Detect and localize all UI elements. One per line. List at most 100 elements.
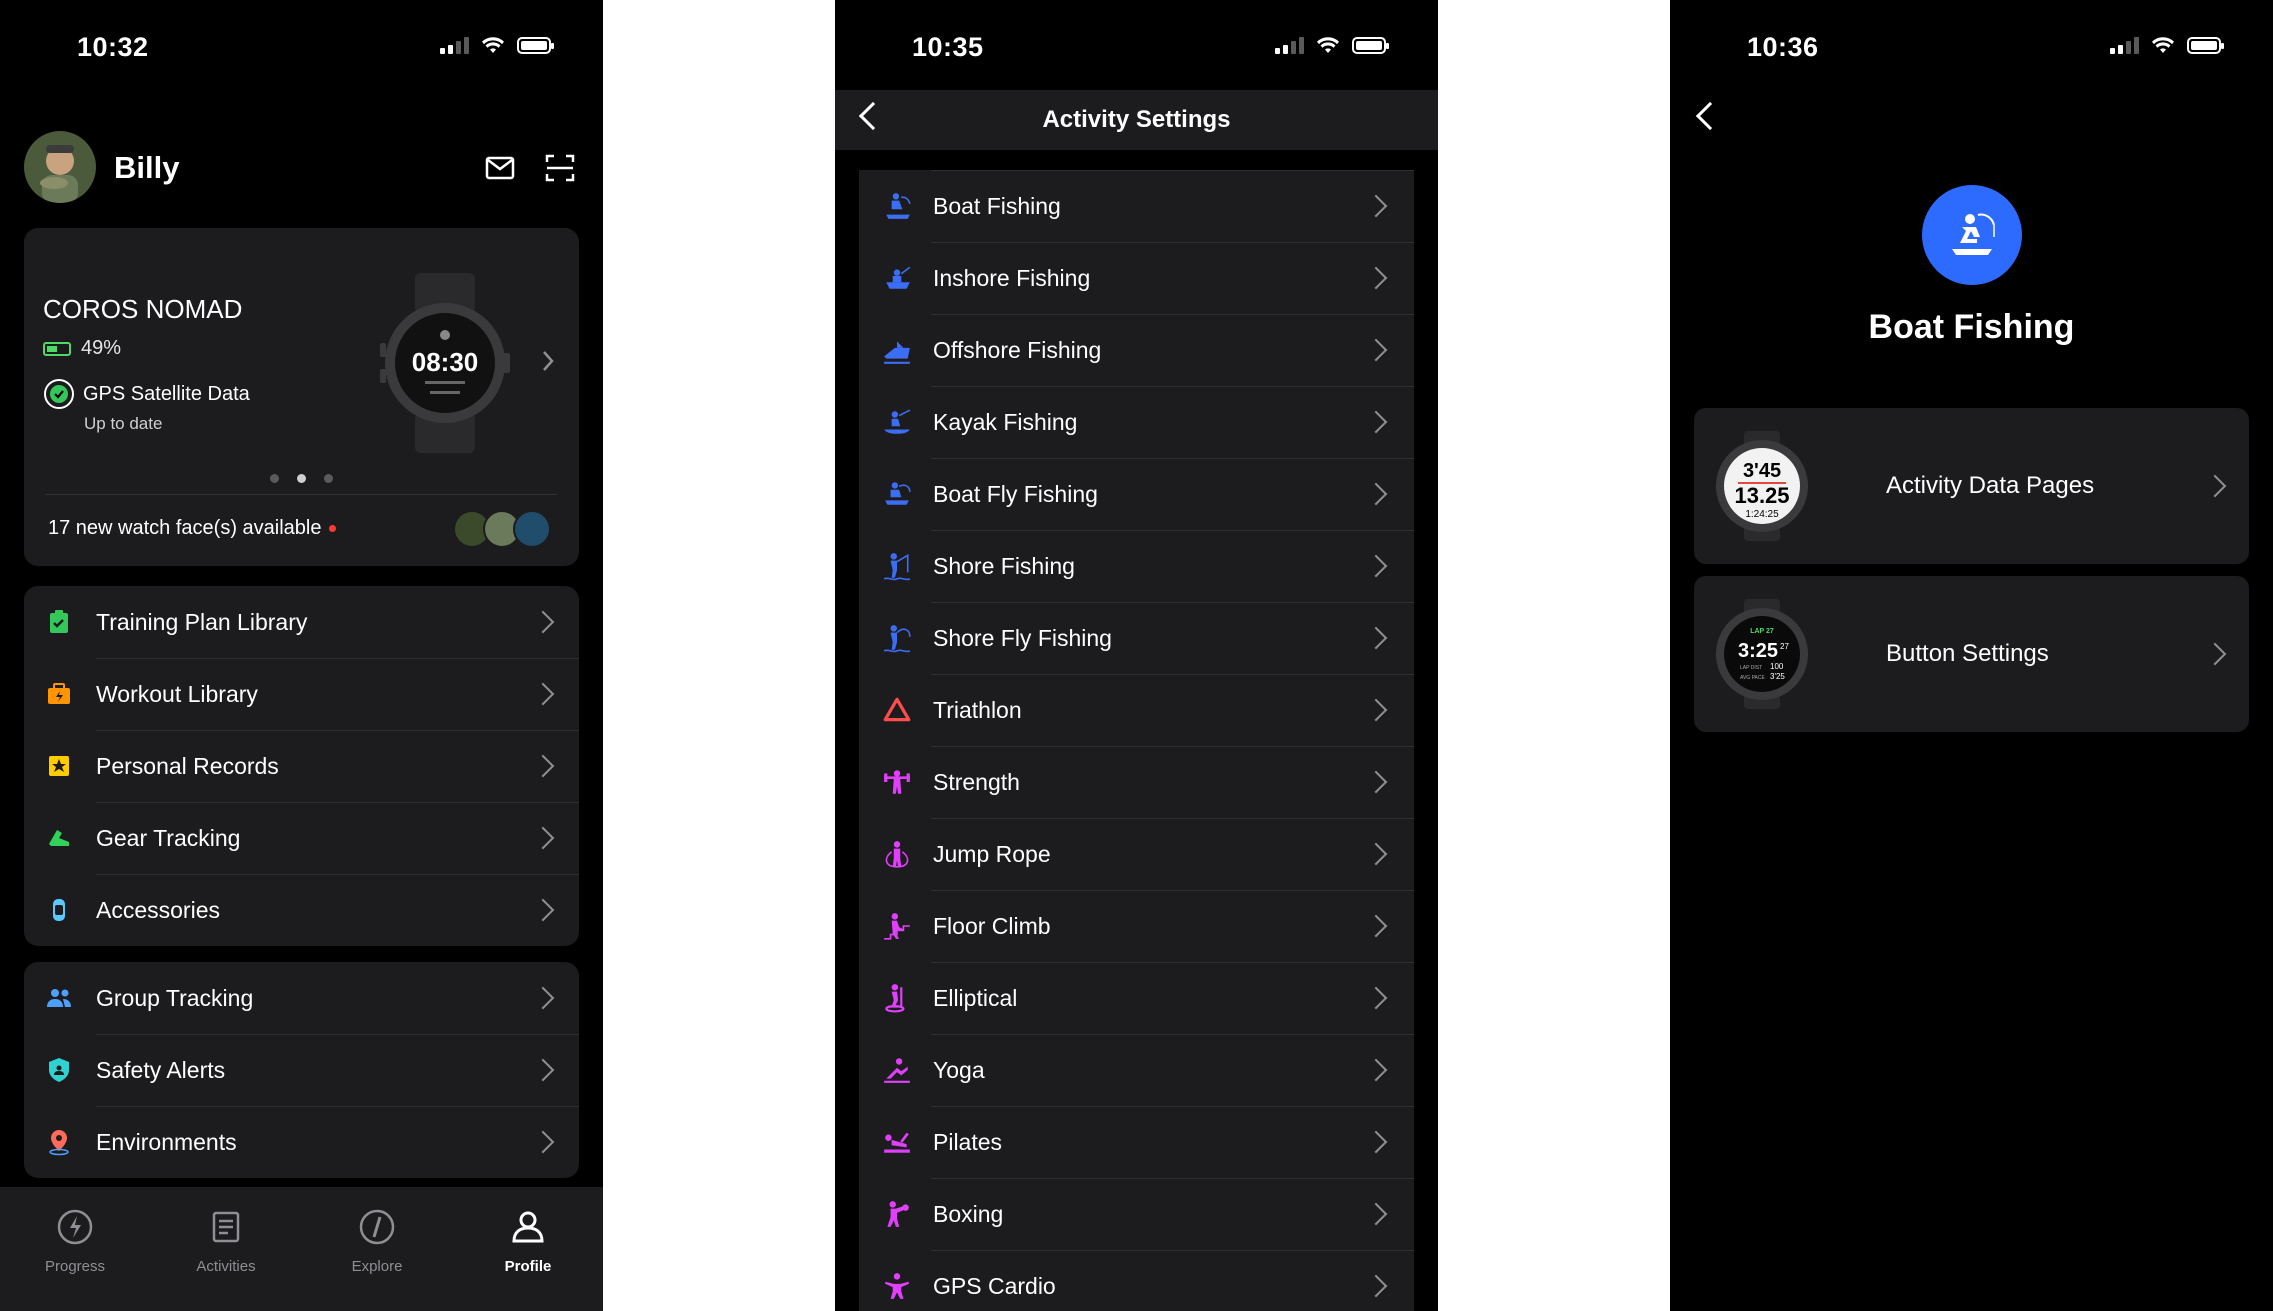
chevron-right-icon bbox=[2203, 474, 2227, 498]
menu-item-label: Personal Records bbox=[96, 752, 279, 779]
menu-item-group-tracking[interactable]: Group Tracking bbox=[24, 962, 579, 1034]
gps-update-status: Up to date bbox=[84, 414, 163, 433]
device-card[interactable]: COROS NOMAD 49% GPS Satellite Data Up to… bbox=[24, 228, 579, 566]
activity-label: Pilates bbox=[933, 1128, 1003, 1155]
mail-icon[interactable] bbox=[484, 152, 516, 184]
activity-item-jump-rope[interactable]: Jump Rope bbox=[859, 818, 1414, 890]
activity-settings-screen: 10:35 Activity Settings Boat Fishing Ins… bbox=[835, 0, 1438, 1311]
explore-icon bbox=[359, 1209, 395, 1245]
status-time: 10:35 bbox=[912, 32, 984, 62]
menu-item-gear-tracking[interactable]: Gear Tracking bbox=[24, 802, 579, 874]
chevron-right-icon bbox=[1364, 194, 1388, 218]
battery-icon bbox=[1352, 36, 1389, 54]
menu-icon-wrap bbox=[45, 896, 73, 924]
activity-label: Offshore Fishing bbox=[933, 336, 1102, 363]
svg-text:27: 27 bbox=[1780, 642, 1789, 651]
activity-item-kayak-fishing[interactable]: Kayak Fishing bbox=[859, 386, 1414, 458]
activity-icon-wrap bbox=[881, 1126, 913, 1158]
activity-item-triathlon[interactable]: Triathlon bbox=[859, 674, 1414, 746]
chevron-right-icon bbox=[1364, 482, 1388, 506]
shore-fly-fishing-icon bbox=[883, 625, 911, 653]
status-bar: 10:36 bbox=[1670, 0, 2273, 100]
watch-face-thumbnails[interactable] bbox=[453, 510, 551, 548]
activity-icon-wrap bbox=[881, 550, 913, 582]
watch-faces-text: 17 new watch face(s) available bbox=[48, 517, 322, 539]
activity-item-gps-cardio[interactable]: GPS Cardio bbox=[859, 1250, 1414, 1311]
status-time: 10:32 bbox=[77, 32, 149, 62]
activity-icon-wrap bbox=[881, 190, 913, 222]
carousel-dot[interactable] bbox=[297, 474, 306, 483]
watch-button-preview: LAP 27 3:25 27 LAP DIST 100 AVG PACE 3'2… bbox=[1716, 599, 1808, 709]
activity-item-boat-fishing[interactable]: Boat Fishing bbox=[859, 170, 1414, 242]
activity-item-boat-fly-fishing[interactable]: Boat Fly Fishing bbox=[859, 458, 1414, 530]
accessory-icon bbox=[53, 899, 65, 921]
chevron-right-icon bbox=[531, 898, 555, 922]
chevron-right-icon bbox=[1364, 698, 1388, 722]
activity-label: Kayak Fishing bbox=[933, 408, 1078, 435]
tab-activities[interactable]: Activities bbox=[166, 1207, 286, 1275]
status-time: 10:36 bbox=[1747, 32, 1819, 62]
activity-item-shore-fishing[interactable]: Shore Fishing bbox=[859, 530, 1414, 602]
kayak-fishing-icon bbox=[884, 409, 911, 434]
activity-icon-wrap bbox=[881, 622, 913, 654]
tab-label: Profile bbox=[504, 1258, 552, 1275]
cellular-signal-icon bbox=[440, 36, 469, 54]
tab-bar: Progress Activities Explore Profile bbox=[0, 1187, 603, 1311]
menu-icon-wrap bbox=[45, 608, 73, 636]
activity-item-offshore-fishing[interactable]: Offshore Fishing bbox=[859, 314, 1414, 386]
chevron-right-icon bbox=[1364, 1058, 1388, 1082]
activity-item-boxing[interactable]: Boxing bbox=[859, 1178, 1414, 1250]
menu-icon-wrap bbox=[45, 1128, 73, 1156]
button-settings-item[interactable]: LAP 27 3:25 27 LAP DIST 100 AVG PACE 3'2… bbox=[1694, 576, 2249, 732]
watch-data-page-preview: 3'45 13.25 1:24:25 bbox=[1716, 431, 1808, 541]
menu-item-personal-records[interactable]: Personal Records bbox=[24, 730, 579, 802]
tab-label: Activities bbox=[196, 1258, 256, 1275]
back-button[interactable] bbox=[1695, 101, 1725, 131]
scan-icon[interactable] bbox=[544, 152, 576, 184]
menu-item-safety-alerts[interactable]: Safety Alerts bbox=[24, 1034, 579, 1106]
avatar[interactable] bbox=[24, 131, 96, 203]
battery-percent: 49% bbox=[81, 337, 122, 359]
new-watch-faces[interactable]: 17 new watch face(s) available bbox=[48, 517, 337, 540]
activity-data-pages-item[interactable]: 3'45 13.25 1:24:25 Activity Data Pages bbox=[1694, 408, 2249, 564]
activity-item-pilates[interactable]: Pilates bbox=[859, 1106, 1414, 1178]
menu-item-environments[interactable]: Environments bbox=[24, 1106, 579, 1178]
carousel-dot[interactable] bbox=[270, 474, 279, 483]
activity-label: GPS Cardio bbox=[933, 1272, 1056, 1299]
features-menu: Training Plan Library Workout Library Pe… bbox=[24, 586, 579, 946]
carousel-dots[interactable] bbox=[24, 474, 579, 483]
wifi-icon bbox=[2152, 37, 2174, 53]
activity-item-yoga[interactable]: Yoga bbox=[859, 1034, 1414, 1106]
tab-explore[interactable]: Explore bbox=[317, 1207, 437, 1275]
menu-item-accessories[interactable]: Accessories bbox=[24, 874, 579, 946]
tab-progress[interactable]: Progress bbox=[15, 1207, 135, 1275]
workout-icon bbox=[48, 683, 70, 704]
triathlon-icon bbox=[883, 697, 911, 722]
menu-icon-wrap bbox=[45, 680, 73, 708]
carousel-dot[interactable] bbox=[324, 474, 333, 483]
svg-text:1:24:25: 1:24:25 bbox=[1745, 509, 1779, 520]
activity-label: Boat Fly Fishing bbox=[933, 480, 1098, 507]
menu-item-workout-library[interactable]: Workout Library bbox=[24, 658, 579, 730]
svg-text:13.25: 13.25 bbox=[1734, 483, 1789, 508]
activity-label: Triathlon bbox=[933, 696, 1022, 723]
tab-profile[interactable]: Profile bbox=[468, 1207, 588, 1275]
activity-item-inshore-fishing[interactable]: Inshore Fishing bbox=[859, 242, 1414, 314]
boat-fishing-icon bbox=[886, 193, 911, 219]
menu-item-label: Group Tracking bbox=[96, 984, 254, 1011]
chevron-right-icon bbox=[543, 351, 554, 371]
offshore-fishing-icon bbox=[884, 341, 910, 364]
activity-item-elliptical[interactable]: Elliptical bbox=[859, 962, 1414, 1034]
activity-label: Floor Climb bbox=[933, 912, 1051, 939]
profile-screen: 10:32 Billy COROS NOMAD 49% GPS Satellit… bbox=[0, 0, 603, 1311]
menu-icon-wrap bbox=[45, 752, 73, 780]
chevron-right-icon bbox=[1364, 626, 1388, 650]
activity-item-shore-fly-fishing[interactable]: Shore Fly Fishing bbox=[859, 602, 1414, 674]
activity-item-strength[interactable]: Strength bbox=[859, 746, 1414, 818]
chevron-right-icon bbox=[531, 610, 555, 634]
chevron-right-icon bbox=[1364, 266, 1388, 290]
activity-item-floor-climb[interactable]: Floor Climb bbox=[859, 890, 1414, 962]
menu-item-training-plan-library[interactable]: Training Plan Library bbox=[24, 586, 579, 658]
device-name: COROS NOMAD bbox=[43, 294, 243, 324]
item-label: Button Settings bbox=[1886, 640, 2049, 667]
